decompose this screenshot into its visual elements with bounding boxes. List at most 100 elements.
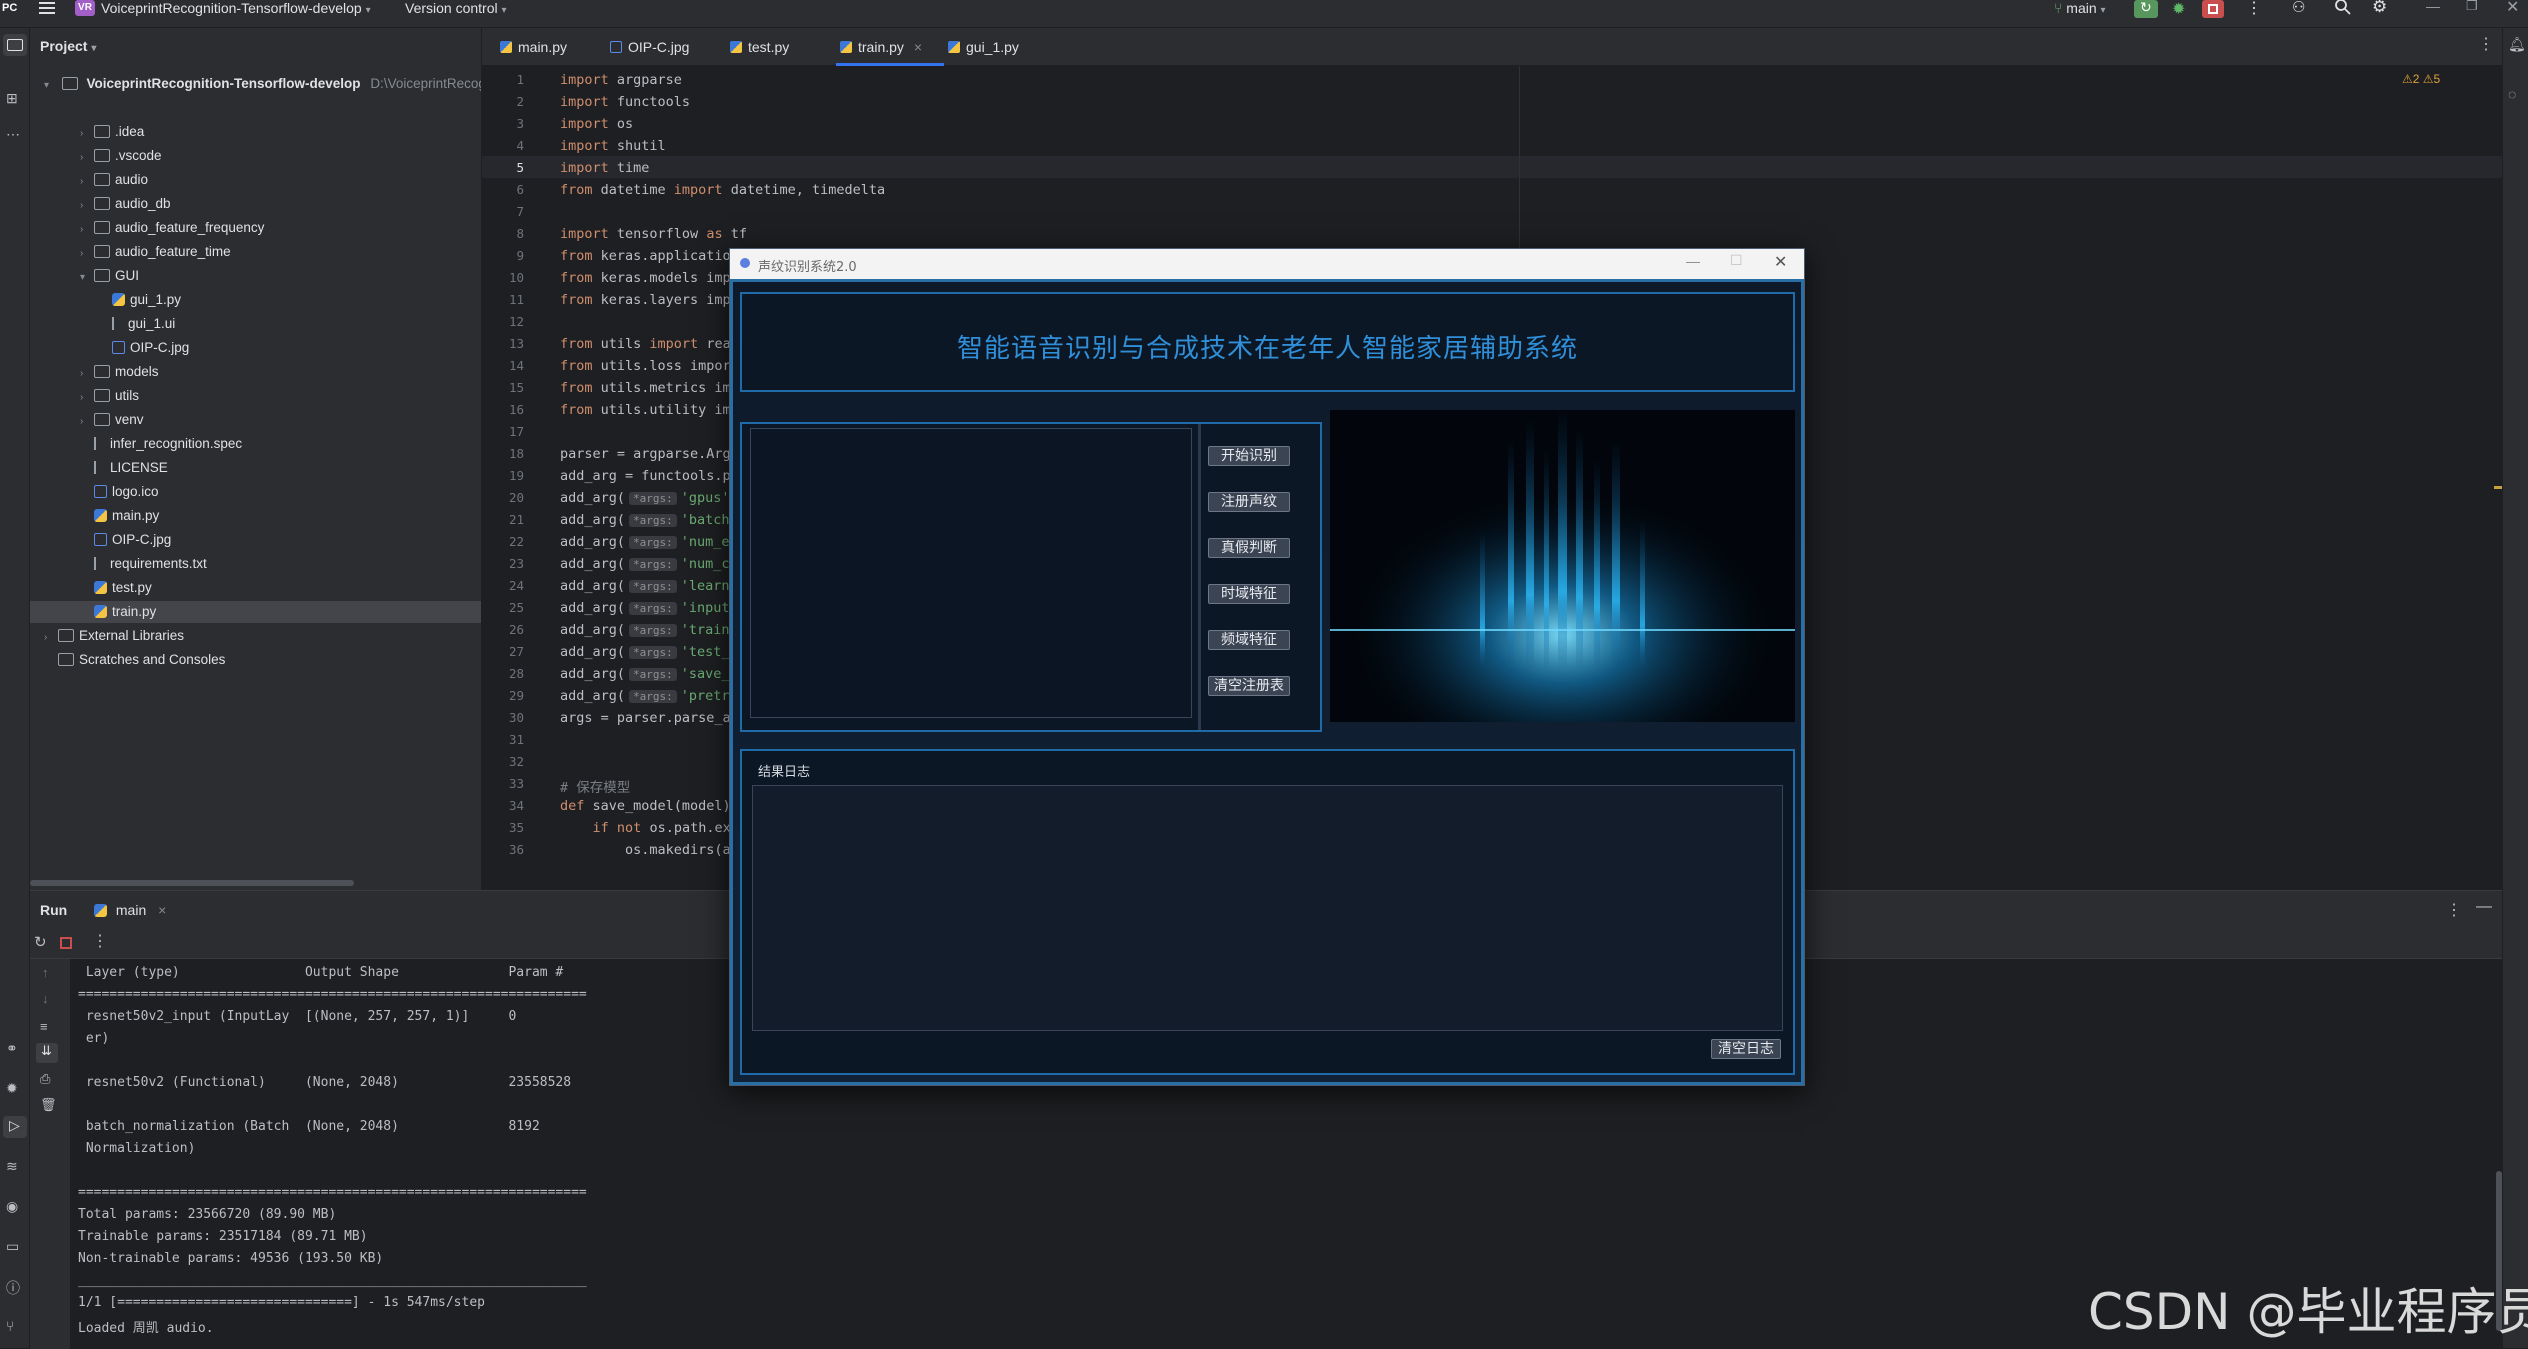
chevron-right-icon[interactable]: › [80,363,94,385]
chevron-right-icon[interactable]: › [80,123,94,145]
run-config-tab[interactable]: main × [94,902,166,918]
code-line[interactable]: os.makedirs(a [560,842,731,858]
tree-item[interactable]: logo.ico [30,481,481,503]
close-tab-icon[interactable]: × [158,902,166,918]
chevron-right-icon[interactable]: › [80,243,94,265]
code-line[interactable]: add_arg(*args:'num_ep [560,534,738,550]
tree-item[interactable]: gui_1.py [30,289,481,311]
tree-item[interactable]: infer_recognition.spec [30,433,481,455]
vcs-menu[interactable]: Version control ▾ [405,0,507,16]
tab-main-py[interactable]: main.py [496,28,567,66]
run-options-icon[interactable]: ⋮ [2446,900,2462,920]
tree-item[interactable]: test.py [30,577,481,599]
terminal-icon[interactable]: ▭ [6,1238,19,1255]
rerun-icon[interactable]: ↻ [34,933,47,951]
search-icon[interactable] [2334,0,2352,16]
chevron-right-icon[interactable]: › [44,627,58,649]
scroll-to-end-button[interactable]: ⇊ [36,1043,58,1063]
ai-assistant-icon[interactable]: ◌ [2508,86,2516,102]
code-line[interactable]: add_arg = functools.p [560,468,731,484]
code-line[interactable]: from utils.metrics im [560,380,731,396]
maximize-icon[interactable]: ☐ [1730,252,1743,269]
code-line[interactable]: parser = argparse.Arg [560,446,731,462]
code-line[interactable]: from utils.utility im [560,402,731,418]
ide-logo-icon[interactable]: PC [2,0,17,16]
tab-train-py[interactable]: train.py × [836,28,944,66]
code-line[interactable]: add_arg(*args:'save_m [560,666,738,682]
stop-button[interactable] [2202,0,2224,18]
code-line[interactable]: from utils.loss impor [560,358,731,374]
code-line[interactable]: import os [560,116,633,132]
project-switcher[interactable]: VoiceprintRecognition-Tensorflow-develop… [101,0,371,16]
tree-item[interactable]: train.py [30,601,481,623]
time-domain-button[interactable]: 时域特征 [1208,584,1290,604]
tree-item[interactable]: › models [30,361,481,385]
minimize-icon[interactable]: — [1686,253,1700,269]
tree-item[interactable]: gui_1.ui [30,313,481,335]
branch-selector[interactable]: ⑂ main ▾ [2054,0,2106,16]
code-line[interactable]: def save_model(model) [560,798,731,814]
run-tab-title[interactable]: Run [40,902,67,918]
print-icon[interactable]: ⎙ [40,1071,50,1087]
debug-tool-icon[interactable]: ✹ [6,1080,18,1097]
python-packages-icon[interactable]: ⚭ [6,1040,18,1057]
chevron-right-icon[interactable]: › [80,171,94,193]
tree-item[interactable]: LICENSE [30,457,481,479]
hide-panel-icon[interactable]: — [2476,898,2492,916]
more-tools-icon[interactable]: ⋯ [6,126,20,143]
clear-registry-button[interactable]: 清空注册表 [1208,676,1290,696]
stop-icon[interactable] [60,937,72,949]
audio-list-box[interactable] [750,428,1192,718]
code-line[interactable]: add_arg(*args:'train_ [560,622,738,638]
chevron-right-icon[interactable]: › [80,411,94,433]
more-icon[interactable]: ⋮ [92,931,108,951]
tree-root[interactable]: ▾ VoiceprintRecognition-Tensorflow-devel… [44,73,481,95]
tree-item[interactable]: main.py [30,505,481,527]
code-line[interactable]: from datetime import datetime, timedelta [560,182,885,198]
tab-test-py[interactable]: test.py [726,28,789,66]
code-line[interactable]: add_arg(*args:'learni [560,578,738,594]
tree-item[interactable]: › venv [30,409,481,433]
code-line[interactable]: add_arg(*args:'test_l [560,644,738,660]
authenticity-check-button[interactable]: 真假判断 [1208,538,1290,558]
chevron-right-icon[interactable]: › [80,387,94,409]
code-line[interactable]: add_arg(*args:'input_ [560,600,738,616]
code-line[interactable]: import shutil [560,138,666,154]
arrow-up-icon[interactable]: ↑ [42,965,49,980]
splitter-handle[interactable] [1198,424,1201,730]
tab-gui-1-py[interactable]: gui_1.py [944,28,1019,66]
tree-item[interactable]: ▾ GUI [30,265,481,289]
tree-item[interactable]: › utils [30,385,481,409]
code-line[interactable]: add_arg(*args:'gpus', [560,490,738,506]
start-recognition-button[interactable]: 开始识别 [1208,446,1290,466]
arrow-down-icon[interactable]: ↓ [42,991,49,1006]
tree-item[interactable]: › audio_feature_frequency [30,217,481,239]
debug-icon[interactable]: ✹ [2172,0,2185,19]
code-line[interactable]: import time [560,160,649,176]
add-user-icon[interactable]: ⚇ [2292,0,2305,16]
frequency-domain-button[interactable]: 频域特征 [1208,630,1290,650]
services-icon[interactable]: ◉ [6,1198,18,1215]
more-actions-icon[interactable]: ⋮ [2246,0,2262,18]
chevron-right-icon[interactable]: › [80,147,94,169]
code-line[interactable]: import argparse [560,72,682,88]
code-line[interactable]: # 保存模型 [560,776,630,796]
result-log-textbox[interactable] [752,785,1783,1031]
tree-item[interactable]: › audio_feature_time [30,241,481,265]
minimize-icon[interactable]: — [2426,0,2440,14]
chevron-down-icon[interactable]: ▾ [80,267,94,289]
tree-item[interactable]: › External Libraries [30,625,481,649]
code-line[interactable]: import functools [560,94,690,110]
tree-item[interactable]: › .idea [30,121,481,145]
code-line[interactable]: from keras.layers imp [560,292,731,308]
run-tool-button[interactable]: ▷ [3,1116,27,1138]
trash-icon[interactable]: 🗑︎ [40,1097,57,1113]
code-line[interactable]: if not os.path.ex [560,820,731,836]
project-tool-button[interactable] [3,34,27,56]
code-line[interactable]: add_arg(*args:'pretra [560,688,738,704]
register-voiceprint-button[interactable]: 注册声纹 [1208,492,1290,512]
code-line[interactable]: from keras.models imp [560,270,731,286]
main-menu-icon[interactable] [38,0,56,16]
horizontal-scrollbar[interactable] [30,880,354,886]
problems-icon[interactable]: ⓘ [6,1278,20,1298]
